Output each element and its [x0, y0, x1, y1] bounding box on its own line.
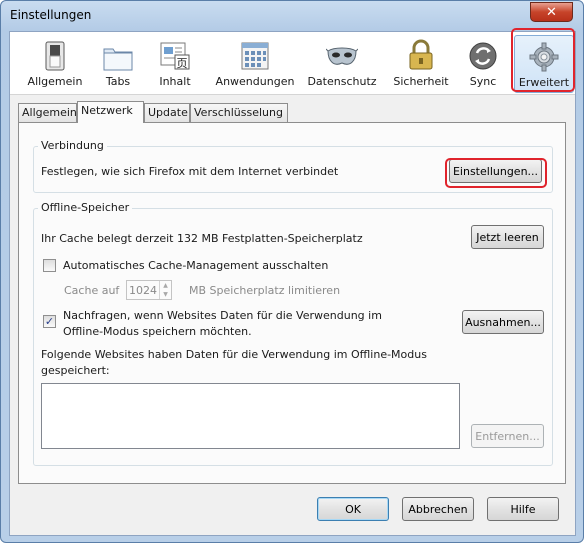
offline-sites-list[interactable] [41, 383, 460, 449]
exceptions-button[interactable]: Ausnahmen... [462, 310, 544, 334]
connection-description: Festlegen, wie sich Firefox mit dem Inte… [41, 165, 339, 178]
group-legend: Verbindung [38, 139, 107, 152]
close-icon: ✕ [546, 4, 557, 20]
preferences-toolbar: Allgemein Tabs 页 Inhalt Anwendungen Date… [10, 32, 575, 95]
tab-verschluesselung[interactable]: Verschlüsselung [190, 103, 288, 122]
help-button[interactable]: Hilfe [487, 497, 559, 521]
group-legend: Offline-Speicher [38, 201, 133, 214]
toolbar-label: Tabs [105, 75, 131, 88]
toolbar-label: Anwendungen [215, 75, 295, 88]
stepper-up-icon[interactable]: ▲ [160, 281, 171, 290]
cache-limit-prefix: Cache auf [64, 284, 120, 297]
stepper-arrows: ▲ ▼ [159, 281, 171, 299]
toolbar-item-sync[interactable]: Sync [462, 35, 504, 93]
window-title: Einstellungen [10, 8, 92, 22]
toolbar-item-datenschutz[interactable]: Datenschutz [306, 35, 378, 93]
cache-size-value: 1024 [129, 284, 157, 297]
applications-icon [239, 37, 271, 71]
cache-limit-suffix: MB Speicherplatz limitieren [189, 284, 341, 297]
toolbar-label: Inhalt [159, 75, 191, 88]
preferences-window: Einstellungen ✕ Allgemein Tabs 页 Inhalt … [0, 0, 584, 543]
cancel-button[interactable]: Abbrechen [402, 497, 474, 521]
sync-icon [467, 37, 499, 71]
cache-size-stepper[interactable]: 1024 ▲ ▼ [126, 280, 172, 300]
offline-sites-text-line1: Folgende Websites haben Daten für die Ve… [41, 348, 427, 361]
highlight-erweitert [511, 28, 575, 92]
clear-cache-button[interactable]: Jetzt leeren [471, 225, 544, 249]
close-button[interactable]: ✕ [530, 2, 573, 22]
privacy-mask-icon [326, 37, 358, 71]
group-offline-speicher: Offline-Speicher Ihr Cache belegt derzei… [33, 201, 553, 466]
ask-offline-checkbox[interactable]: ✓ [43, 315, 56, 328]
cache-usage-text: Ihr Cache belegt derzeit 132 MB Festplat… [41, 232, 363, 245]
toolbar-item-anwendungen[interactable]: Anwendungen [210, 35, 300, 93]
tab-allgemein[interactable]: Allgemein [18, 103, 77, 122]
toolbar-item-inhalt[interactable]: 页 Inhalt [150, 35, 200, 93]
toolbar-item-tabs[interactable]: Tabs [98, 35, 138, 93]
padlock-icon [405, 37, 437, 71]
offline-sites-text-line2: gespeichert: [41, 364, 110, 377]
tab-update[interactable]: Update [144, 103, 190, 122]
highlight-settings-button [445, 158, 547, 188]
toolbar-item-allgemein[interactable]: Allgemein [24, 35, 86, 93]
window-client-area: Allgemein Tabs 页 Inhalt Anwendungen Date… [9, 28, 576, 536]
content-icon: 页 [159, 37, 191, 71]
auto-cache-label: Automatisches Cache-Management ausschalt… [63, 259, 329, 272]
stepper-down-icon[interactable]: ▼ [160, 290, 171, 299]
toolbar-item-sicherheit[interactable]: Sicherheit [390, 35, 452, 93]
tabs-icon [102, 37, 134, 71]
title-bar: Einstellungen ✕ [1, 1, 583, 31]
ok-button[interactable]: OK [317, 497, 389, 521]
toolbar-label: Datenschutz [307, 75, 377, 88]
toolbar-label: Sicherheit [393, 75, 449, 88]
toolbar-label: Sync [469, 75, 497, 88]
switch-icon [39, 37, 71, 71]
tab-panel-netzwerk: Verbindung Festlegen, wie sich Firefox m… [18, 122, 566, 484]
remove-site-button[interactable]: Entfernen... [471, 424, 544, 448]
auto-cache-checkbox[interactable] [43, 259, 56, 272]
ask-offline-label-line1: Nachfragen, wenn Websites Daten für die … [63, 309, 382, 322]
toolbar-label: Allgemein [27, 75, 83, 88]
svg-text:页: 页 [177, 57, 188, 70]
ask-offline-label-line2: Offline-Modus speichern möchten. [63, 325, 252, 338]
checkmark-icon: ✓ [44, 315, 55, 328]
tab-netzwerk[interactable]: Netzwerk [77, 101, 144, 123]
